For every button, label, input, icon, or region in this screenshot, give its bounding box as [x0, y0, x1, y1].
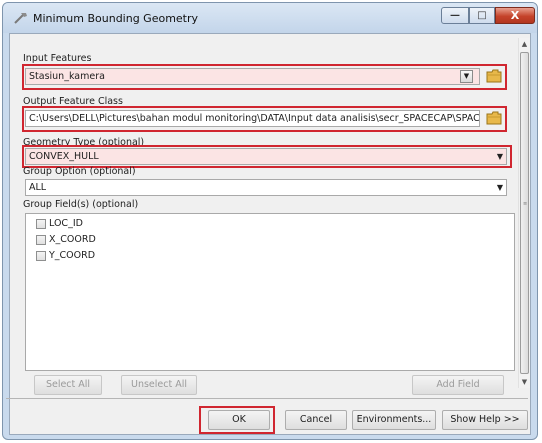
close-button[interactable]: X [495, 7, 535, 24]
geometry-type-label: Geometry Type (optional) [23, 137, 145, 148]
checkbox[interactable] [36, 234, 46, 245]
group-fields-list: LOC_ID X_COORD Y_COORD [25, 213, 515, 371]
select-all-button[interactable]: Select All [34, 375, 102, 395]
list-item[interactable]: X_COORD [36, 233, 96, 247]
input-features-field[interactable]: Stasiun_kamera [25, 68, 480, 85]
field-label-loc-id: LOC_ID [49, 218, 83, 229]
minimize-icon: — [450, 10, 460, 21]
scrollbar-thumb[interactable]: ≡ [520, 52, 529, 374]
window-title: Minimum Bounding Geometry [33, 12, 199, 25]
input-features-label: Input Features [23, 53, 92, 64]
output-class-field[interactable]: C:\Users\DELL\Pictures\bahan modul monit… [25, 110, 480, 127]
checkbox[interactable] [36, 250, 46, 261]
grip-icon: ≡ [523, 201, 528, 207]
group-option-select[interactable]: ALL ▼ [25, 179, 507, 196]
group-fields-label: Group Field(s) (optional) [23, 199, 139, 210]
scroll-down-icon[interactable]: ▼ [519, 376, 530, 388]
group-option-label: Group Option (optional) [23, 166, 136, 177]
close-icon: X [510, 9, 520, 22]
list-item[interactable]: LOC_ID [36, 217, 83, 231]
environments-button[interactable]: Environments... [352, 410, 436, 430]
output-class-label: Output Feature Class [23, 96, 123, 107]
group-option-value: ALL [29, 182, 47, 193]
hammer-icon [14, 13, 27, 24]
cancel-button[interactable]: Cancel [285, 410, 347, 430]
footer-divider [6, 398, 528, 399]
unselect-all-button[interactable]: Unselect All [121, 375, 197, 395]
folder-icon[interactable] [486, 68, 502, 83]
geometry-type-select[interactable]: CONVEX_HULL ▼ [25, 148, 507, 165]
minimize-button[interactable]: — [441, 7, 469, 24]
checkbox[interactable] [36, 218, 46, 229]
vertical-scrollbar[interactable]: ▲ ≡ ▼ [518, 38, 530, 388]
chevron-down-icon: ▼ [496, 152, 503, 161]
input-features-value: Stasiun_kamera [29, 71, 105, 82]
list-item[interactable]: Y_COORD [36, 249, 95, 263]
maximize-icon: □ [477, 10, 487, 21]
maximize-button[interactable]: □ [469, 7, 495, 24]
title-bar[interactable]: Minimum Bounding Geometry — □ X [3, 3, 537, 33]
field-label-y-coord: Y_COORD [49, 250, 96, 261]
folder-icon[interactable] [486, 110, 502, 125]
input-features-dropdown-button[interactable]: ▼ [460, 70, 473, 83]
dropdown-arrow-icon: ▼ [463, 72, 470, 80]
field-label-x-coord: X_COORD [49, 234, 96, 245]
ok-button[interactable]: OK [208, 410, 270, 430]
chevron-down-icon: ▼ [496, 183, 503, 192]
show-help-button[interactable]: Show Help >> [442, 410, 528, 430]
geometry-type-value: CONVEX_HULL [29, 151, 99, 162]
add-field-button[interactable]: Add Field [412, 375, 504, 395]
scroll-up-icon[interactable]: ▲ [519, 38, 530, 50]
output-class-value: C:\Users\DELL\Pictures\bahan modul monit… [29, 113, 480, 124]
